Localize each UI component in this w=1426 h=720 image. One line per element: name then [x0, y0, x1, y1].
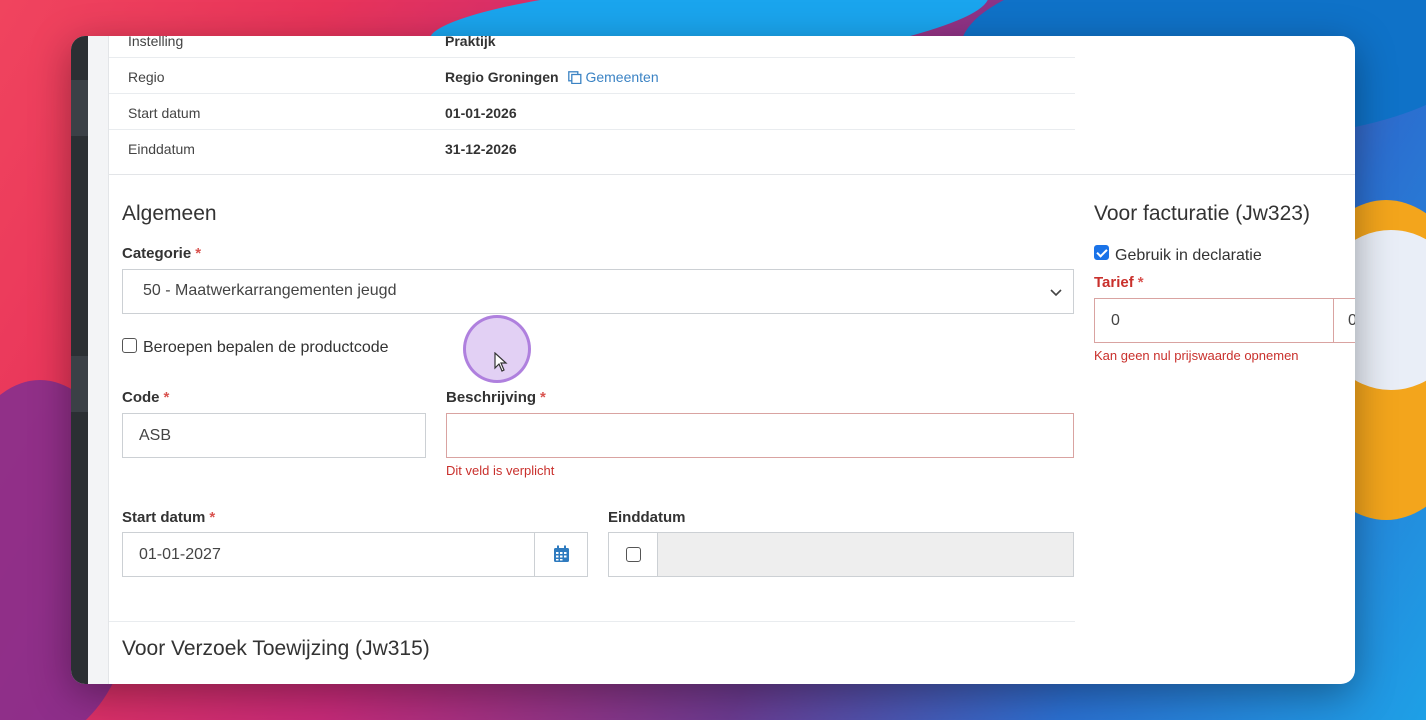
info-row-regio: Regio Regio Groningen Gemeenten	[109, 58, 1075, 94]
code-label-text: Code	[122, 389, 160, 406]
einddatum-label: Einddatum	[608, 509, 686, 526]
info-row-instelling: Instelling Praktijk	[109, 36, 1075, 58]
info-value: Praktijk	[445, 36, 496, 49]
beschrijving-input[interactable]	[446, 413, 1074, 458]
section-divider	[109, 174, 1355, 175]
toewijzing-title: Voor Verzoek Toewijzing (Jw315)	[122, 637, 430, 660]
algemeen-title: Algemeen	[122, 202, 217, 225]
info-row-einddatum: Einddatum 31-12-2026	[109, 130, 1075, 166]
einddatum-input	[657, 532, 1074, 577]
required-marker: *	[540, 389, 546, 406]
start-datum-label: Start datum *	[122, 509, 215, 526]
chevron-down-icon	[1050, 289, 1062, 297]
section-divider	[109, 621, 1075, 622]
categorie-select[interactable]: 50 - Maatwerkarrangementen jeugd	[122, 269, 1074, 314]
gebruik-declaratie-label: Gebruik in declaratie	[1115, 247, 1262, 264]
einddatum-toggle	[608, 532, 658, 577]
info-value: Regio Groningen Gemeenten	[445, 69, 659, 85]
regio-value: Regio Groningen	[445, 69, 559, 85]
required-marker: *	[1137, 274, 1144, 291]
required-marker: *	[209, 509, 216, 526]
tarief-label-text: Tarief	[1094, 274, 1134, 291]
required-marker: *	[195, 245, 202, 262]
categorie-label: Categorie *	[122, 245, 201, 262]
beschrijving-label: Beschrijving *	[446, 389, 546, 406]
start-datum-input[interactable]: 01-01-2027	[122, 532, 535, 577]
copy-icon	[568, 71, 582, 84]
start-datum-label-text: Start datum	[122, 509, 206, 526]
categorie-label-text: Categorie	[122, 245, 192, 262]
info-row-start-datum: Start datum 01-01-2026	[109, 94, 1075, 130]
required-marker: *	[163, 389, 170, 406]
facturatie-title: Voor facturatie (Jw323)	[1094, 202, 1310, 225]
gebruik-declaratie-checkbox[interactable]	[1094, 245, 1109, 260]
mouse-pointer-icon	[494, 352, 508, 372]
info-label: Regio	[128, 69, 165, 85]
calendar-icon	[554, 545, 569, 562]
beschrijving-label-text: Beschrijving	[446, 389, 537, 406]
code-label: Code *	[122, 389, 169, 406]
calendar-button[interactable]	[534, 532, 588, 577]
nav-item[interactable]	[71, 356, 88, 412]
beroepen-checkbox[interactable]	[122, 338, 137, 353]
app-window: Instelling Praktijk Regio Regio Groninge…	[71, 36, 1355, 684]
cursor-highlight	[463, 315, 531, 383]
info-label: Instelling	[128, 36, 184, 49]
info-label: Einddatum	[128, 141, 195, 157]
tarief-label: Tarief *	[1094, 274, 1144, 291]
info-value: 01-01-2026	[445, 105, 517, 121]
beroepen-checkbox-label: Beroepen bepalen de productcode	[143, 339, 389, 356]
nav-item[interactable]	[71, 80, 88, 136]
tarief-input[interactable]: 0	[1094, 298, 1334, 343]
tarief-input-secondary[interactable]: 0	[1333, 298, 1355, 343]
main-content: Instelling Praktijk Regio Regio Groninge…	[109, 36, 1355, 684]
beschrijving-error: Dit veld is verplicht	[446, 463, 555, 478]
gemeenten-link-label: Gemeenten	[585, 69, 659, 85]
page-gutter	[88, 36, 109, 684]
einddatum-checkbox[interactable]	[626, 547, 641, 562]
tarief-error: Kan geen nul prijswaarde opnemen	[1094, 348, 1299, 363]
code-input[interactable]: ASB	[122, 413, 426, 458]
gemeenten-link[interactable]: Gemeenten	[568, 69, 659, 85]
info-label: Start datum	[128, 105, 201, 121]
categorie-selected-value: 50 - Maatwerkarrangementen jeugd	[143, 282, 397, 299]
info-value: 31-12-2026	[445, 141, 517, 157]
side-navigation	[71, 36, 88, 684]
